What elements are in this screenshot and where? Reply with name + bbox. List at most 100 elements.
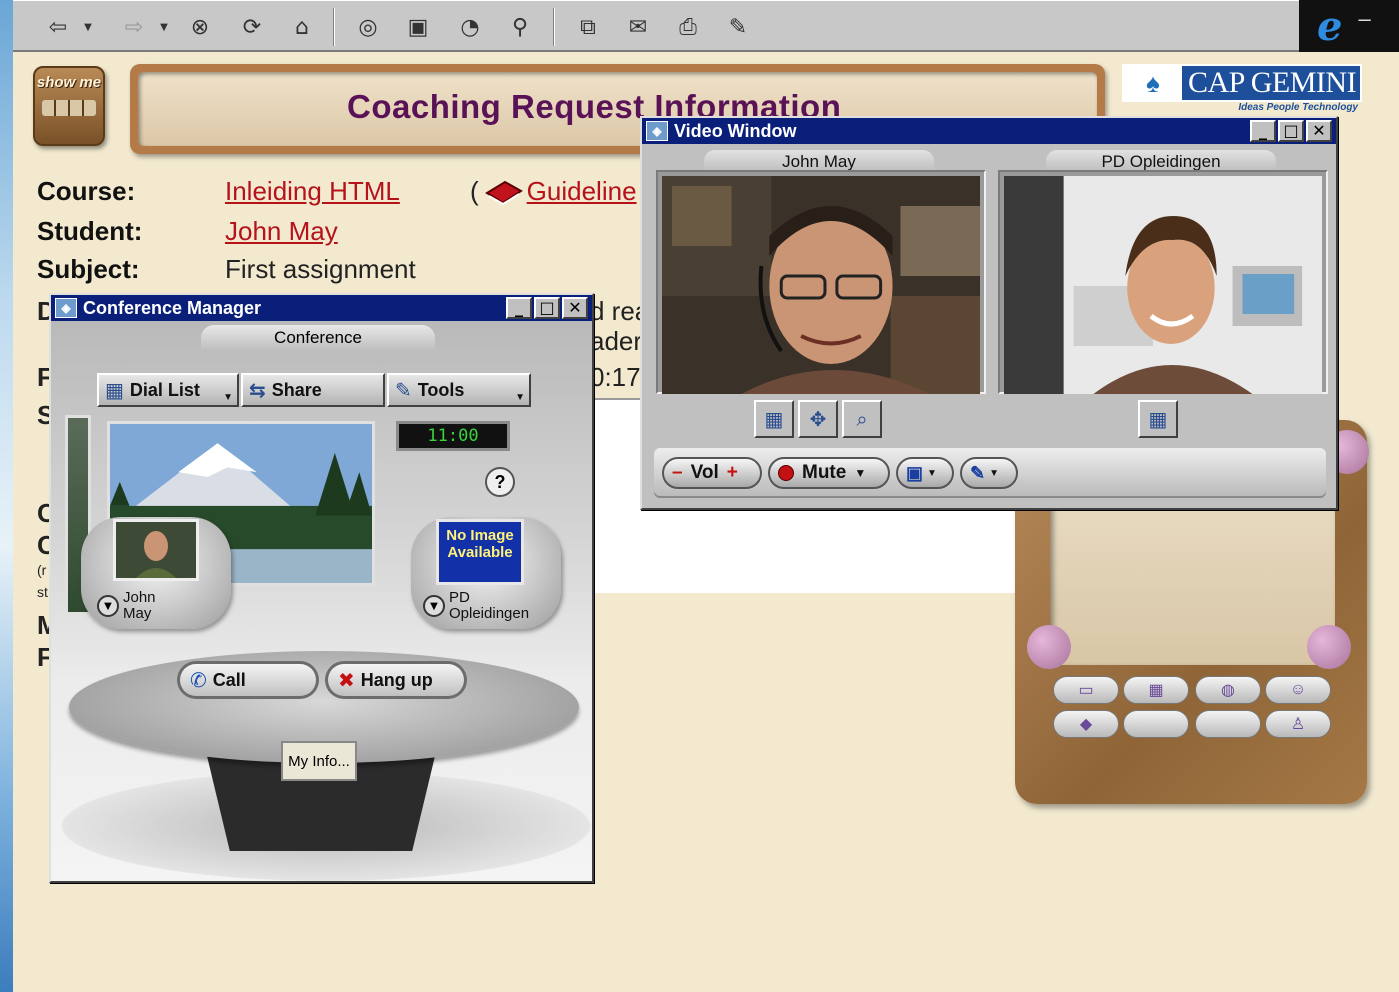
home-icon[interactable]: ⌂ bbox=[285, 10, 319, 44]
conference-manager-window: ◈ Conference Manager _ □ ✕ Conference ▦ … bbox=[49, 293, 594, 883]
pan-icon[interactable]: ✥ bbox=[798, 400, 838, 438]
no-image-placeholder: No Image Available bbox=[436, 519, 524, 585]
show-me-button[interactable]: show me bbox=[33, 66, 105, 146]
dial-list-button[interactable]: ▦ Dial List ▼ bbox=[97, 373, 239, 407]
conference-tab[interactable]: Conference bbox=[201, 325, 435, 351]
forward-dropdown-icon[interactable]: ▼ bbox=[147, 10, 181, 44]
john-may-last: May bbox=[123, 605, 152, 622]
stop-icon[interactable]: ⊗ bbox=[183, 10, 217, 44]
my-info-button[interactable]: My Info... bbox=[281, 741, 357, 781]
ie-logo: e – bbox=[1299, 0, 1399, 52]
help-button[interactable]: ? bbox=[485, 467, 515, 497]
guideline-link[interactable]: Guideline bbox=[527, 176, 637, 207]
globe-icon[interactable]: ◍ bbox=[1195, 676, 1261, 704]
refresh-icon[interactable]: ⟳ bbox=[235, 10, 269, 44]
student-link[interactable]: John May bbox=[225, 216, 338, 247]
maximize-button[interactable]: □ bbox=[1278, 120, 1304, 142]
course-link[interactable]: Inleiding HTML bbox=[225, 176, 400, 207]
keyboard-icon bbox=[42, 100, 96, 116]
favorites-icon[interactable]: ▣ bbox=[401, 10, 435, 44]
hang-up-label: Hang up bbox=[360, 669, 433, 690]
forward-icon[interactable]: ⇨ bbox=[117, 10, 151, 44]
guideline-paren: ( bbox=[470, 176, 479, 206]
course-label: Course: bbox=[37, 176, 136, 206]
pd-opleidingen-video bbox=[1004, 176, 1322, 394]
chevron-down-icon[interactable]: ▼ bbox=[854, 466, 866, 480]
phone-icon: ✆ bbox=[190, 668, 207, 692]
fullscreen-icon[interactable]: ⧉ bbox=[571, 10, 605, 44]
back-icon[interactable]: ⇦ bbox=[41, 10, 75, 44]
blank-key[interactable] bbox=[1123, 710, 1189, 738]
ie-minimize-icon[interactable]: – bbox=[1358, 6, 1370, 32]
back-dropdown-icon[interactable]: ▼ bbox=[71, 10, 105, 44]
subject-value: First assignment bbox=[225, 254, 416, 284]
close-button[interactable]: ✕ bbox=[562, 297, 588, 319]
minimize-button[interactable]: _ bbox=[1250, 120, 1276, 142]
left-video-frame bbox=[656, 170, 986, 394]
mute-label: Mute bbox=[802, 462, 847, 483]
conference-manager-title: Conference Manager bbox=[83, 297, 262, 318]
mail-icon[interactable]: ✉ bbox=[621, 10, 655, 44]
john-may-thumbnail bbox=[113, 519, 199, 581]
camera-icon[interactable]: ▦ bbox=[1138, 400, 1178, 438]
close-button[interactable]: ✕ bbox=[1306, 120, 1332, 142]
hidden-label: (r bbox=[37, 562, 47, 578]
hang-up-button-inner: ✖ Hang up bbox=[328, 664, 464, 696]
volume-label: Vol bbox=[690, 462, 719, 483]
chevron-down-icon: ▼ bbox=[989, 467, 999, 479]
video-window: ◈ Video Window _ □ ✕ John May ▦ ✥ ⌕ PD O… bbox=[640, 116, 1338, 510]
book-help-icon[interactable]: ◆ bbox=[1053, 710, 1119, 738]
volume-up-icon[interactable]: + bbox=[727, 462, 738, 484]
history-icon[interactable]: ◔ bbox=[453, 10, 487, 44]
zoom-icon[interactable]: ⌕ bbox=[842, 400, 882, 438]
tools-button[interactable]: ✎ Tools ▼ bbox=[387, 373, 531, 407]
share-button[interactable]: ⇆ Share bbox=[241, 373, 385, 407]
chevron-down-icon: ▼ bbox=[515, 392, 525, 403]
mute-button[interactable]: Mute ▼ bbox=[768, 457, 890, 489]
chevron-down-icon[interactable]: ▼ bbox=[97, 595, 119, 617]
browser-toolbar: ⇦ ▼ ⇨ ▼ ⊗ ⟳ ⌂ ◎ ▣ ◔ ⚲ ⧉ ✉ ⎙ ✎ e – bbox=[13, 0, 1399, 52]
subject-label: Subject: bbox=[37, 254, 140, 284]
search-icon[interactable]: ◎ bbox=[351, 10, 385, 44]
hang-up-icon: ✖ bbox=[338, 668, 355, 692]
call-button[interactable]: ✆ Call bbox=[177, 661, 319, 699]
right-video-label: PD Opleidingen bbox=[1046, 150, 1276, 172]
tools-button[interactable]: ✎ ▼ bbox=[960, 457, 1018, 489]
left-video-label: John May bbox=[704, 150, 934, 172]
print-icon[interactable]: ⎙ bbox=[671, 10, 705, 44]
monitor-icon: ▣ bbox=[906, 462, 924, 483]
minimize-button[interactable]: _ bbox=[506, 297, 532, 319]
screen-button[interactable]: ▣ ▼ bbox=[896, 457, 954, 489]
device-knob[interactable] bbox=[1027, 625, 1071, 669]
right-video-frame bbox=[998, 170, 1328, 394]
share-icon: ⇆ bbox=[249, 378, 266, 402]
video-window-icon: ◈ bbox=[646, 121, 668, 141]
video-window-titlebar[interactable]: ◈ Video Window _ □ ✕ bbox=[642, 118, 1336, 144]
share-label: Share bbox=[271, 379, 322, 400]
chevron-down-icon[interactable]: ▼ bbox=[423, 595, 445, 617]
smiley-icon[interactable]: ☺ bbox=[1265, 676, 1331, 704]
volume-down-icon[interactable]: – bbox=[672, 462, 683, 484]
show-me-label: show me bbox=[36, 74, 102, 91]
volume-control[interactable]: – Vol + bbox=[662, 457, 762, 489]
toolbar-separator bbox=[553, 8, 555, 46]
hang-up-button[interactable]: ✖ Hang up bbox=[325, 661, 467, 699]
blank-key[interactable] bbox=[1195, 710, 1261, 738]
clock-display: 11:00 bbox=[396, 421, 510, 451]
spade-icon: ♠ bbox=[1124, 66, 1182, 100]
pd-opleidingen-last: Opleidingen bbox=[449, 605, 530, 622]
edit-icon[interactable]: ✎ bbox=[721, 10, 755, 44]
channels-icon[interactable]: ⚲ bbox=[503, 10, 537, 44]
pd-opleidingen-first: PD bbox=[449, 589, 470, 606]
cap-gemini-logo: ♠ CAP GEMINI Ideas People Technology bbox=[1122, 64, 1362, 116]
camera-icon[interactable]: ▦ bbox=[754, 400, 794, 438]
john-may-label: John May bbox=[123, 590, 156, 622]
maximize-button[interactable]: □ bbox=[534, 297, 560, 319]
conference-manager-titlebar[interactable]: ◈ Conference Manager _ □ ✕ bbox=[51, 295, 592, 321]
pd-opleidingen-label: PD Opleidingen bbox=[449, 590, 529, 622]
notes-icon[interactable]: ▭ bbox=[1053, 676, 1119, 704]
person-icon[interactable]: ♙ bbox=[1265, 710, 1331, 738]
brand-name: CAP GEMINI bbox=[1188, 66, 1357, 99]
device-knob[interactable] bbox=[1307, 625, 1351, 669]
calendar-icon[interactable]: ▦ bbox=[1123, 676, 1189, 704]
